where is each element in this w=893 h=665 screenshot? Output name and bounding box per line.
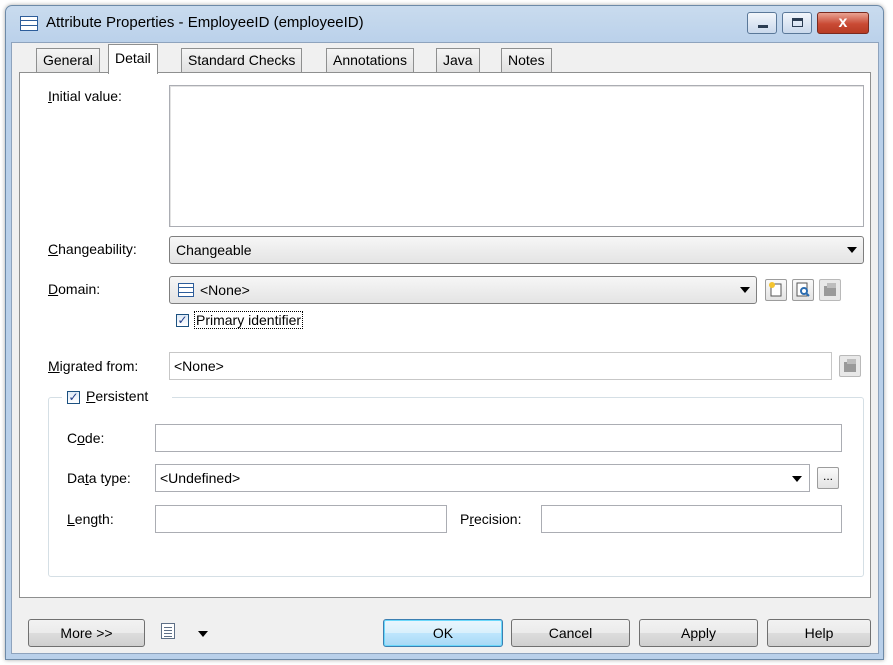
length-label: Length: [67,511,114,527]
primary-identifier-checkbox[interactable]: ✓ [176,314,189,327]
new-object-icon [769,282,782,297]
create-domain-button[interactable] [765,279,787,301]
domain-label: Domain: [48,281,101,297]
maximize-icon [792,18,803,27]
tab-detail[interactable]: Detail [108,44,158,74]
apply-button[interactable]: Apply [639,619,758,647]
changeability-value: Changeable [176,242,252,258]
close-icon: x [838,14,848,31]
properties-icon [824,283,836,296]
length-input[interactable] [155,505,447,533]
domain-dropdown[interactable]: <None> [169,276,757,304]
chevron-down-icon [792,476,802,482]
domain-properties-button[interactable] [819,279,841,301]
initial-value-label: Initial value: [48,88,122,104]
more-button[interactable]: More >> [28,619,145,647]
domain-icon [178,283,194,297]
tab-annotations[interactable]: Annotations [326,48,414,73]
browse-icon [796,282,810,297]
persistent-legend: ✓ Persistent [62,388,172,408]
domain-value: <None> [200,282,250,298]
initial-value-textarea[interactable] [169,85,864,227]
ok-button[interactable]: OK [383,619,503,647]
tab-standard-checks[interactable]: Standard Checks [181,48,303,73]
list-options-icon[interactable] [161,623,175,639]
changeability-dropdown[interactable]: Changeable [169,236,864,264]
tab-notes[interactable]: Notes [501,48,552,73]
chevron-down-icon [740,287,750,293]
migrated-from-label: Migrated from: [48,358,139,374]
close-button[interactable]: x [817,12,869,34]
changeability-label: Changeability: [48,241,137,257]
dialog-body: General Detail Standard Checks Annotatio… [11,42,879,654]
select-domain-button[interactable] [792,279,814,301]
code-label: Code: [67,430,105,446]
precision-input[interactable] [541,505,842,533]
minimize-icon [758,25,768,28]
minimize-button[interactable] [747,12,777,34]
chevron-down-icon [847,247,857,253]
data-type-label: Data type: [67,470,131,486]
tab-general[interactable]: General [36,48,100,73]
data-type-combo[interactable]: <Undefined> [155,464,810,492]
migrated-from-properties-button[interactable] [839,355,861,377]
detail-tab-page: Initial value: Changeability: Changeable… [19,72,871,598]
properties-icon [844,359,856,372]
window-title: Attribute Properties - EmployeeID (emplo… [46,14,364,31]
data-type-value: <Undefined> [160,470,241,486]
data-type-browse-button[interactable]: ... [817,467,839,489]
maximize-button[interactable] [782,12,812,34]
title-bar[interactable]: Attribute Properties - EmployeeID (emplo… [6,6,883,42]
persistent-checkbox[interactable]: ✓ [67,391,80,404]
tab-java[interactable]: Java [436,48,480,73]
migrated-from-field: <None> [169,352,832,380]
dialog-window: Attribute Properties - EmployeeID (emplo… [5,5,884,660]
chevron-down-icon[interactable] [198,631,208,637]
precision-label: Precision: [460,511,522,527]
tab-strip: General Detail Standard Checks Annotatio… [12,43,878,74]
cancel-button[interactable]: Cancel [511,619,630,647]
persistent-label: Persistent [86,388,149,404]
code-input[interactable] [155,424,842,452]
primary-identifier-label[interactable]: Primary identifier [194,311,304,329]
attribute-icon [20,16,38,31]
help-button[interactable]: Help [767,619,871,647]
